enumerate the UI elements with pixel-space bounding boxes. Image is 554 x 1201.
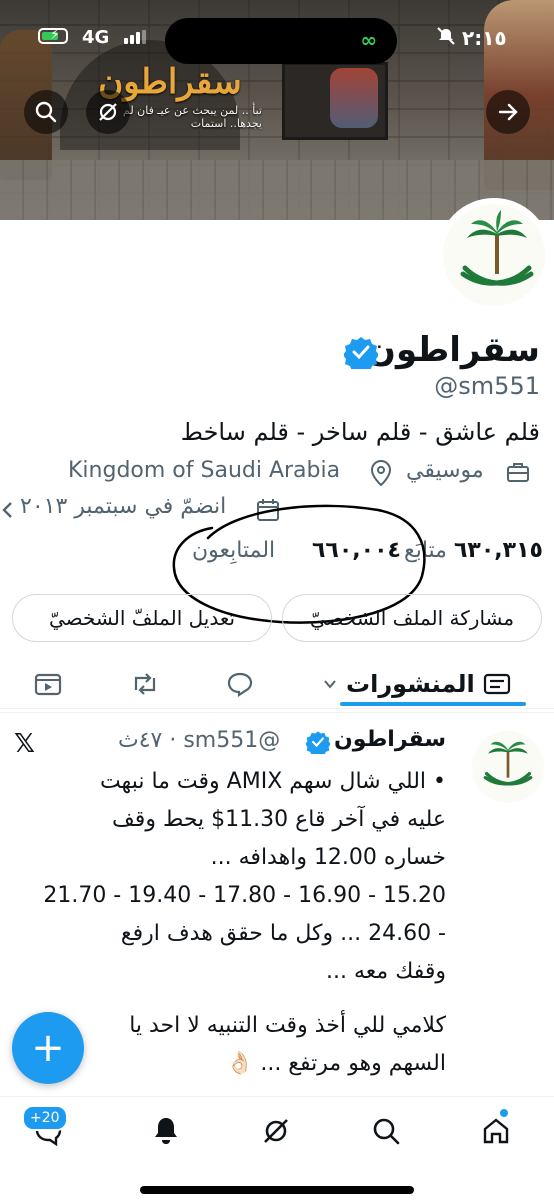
arrow-right-icon	[498, 103, 518, 121]
search-icon	[373, 1118, 400, 1145]
following-count[interactable]: ٦٣٠,٣١٥	[454, 538, 543, 563]
location-text: Kingdom of Saudi Arabia	[68, 458, 341, 483]
post-line: وقفك معه ...	[326, 959, 446, 984]
post-line: خساره 12.00 واهدافه ...	[210, 845, 446, 870]
post-text: • اللي شال سهم AMIX وقت ما نبهت عليه في …	[6, 763, 446, 991]
post-handle-time: @sm551 · ٤٧ث	[118, 728, 281, 753]
search-icon	[35, 101, 57, 123]
messages-badge: +20	[22, 1105, 68, 1131]
banner-figures	[330, 68, 378, 128]
tab-posts-label: المنشورات	[346, 670, 475, 698]
video-icon	[34, 673, 62, 696]
posts-list-icon	[483, 673, 510, 695]
status-time: ٢:١٥	[462, 26, 507, 50]
profile-avatar[interactable]	[437, 198, 551, 312]
search-button[interactable]	[24, 90, 68, 134]
tab-media[interactable]	[34, 664, 62, 704]
compose-button[interactable]: +	[12, 1012, 84, 1084]
nav-search[interactable]	[366, 1111, 406, 1151]
silent-mode-icon	[436, 26, 456, 51]
grok-icon	[264, 1119, 288, 1143]
briefcase-icon	[507, 463, 529, 482]
share-profile-button[interactable]: مشاركة الملف الشخصيّ	[282, 594, 542, 642]
status-bar: ⚡ 4G ∞ ٢:١٥	[0, 18, 554, 64]
active-tab-indicator	[340, 702, 526, 706]
link-icon: ∞	[360, 28, 377, 52]
profile-handle: @sm551	[434, 372, 540, 400]
grok-button[interactable]	[86, 90, 130, 134]
category-text: موسيقي	[406, 458, 484, 483]
post-line: - 24.60 ... وكل ما حقق هدف ارفع	[120, 921, 446, 946]
chevron-down-icon	[324, 680, 336, 689]
home-unread-dot	[500, 1109, 508, 1117]
bell-icon	[155, 1118, 177, 1144]
verified-badge-icon	[344, 337, 378, 369]
post-author-name[interactable]: سقراطون	[334, 727, 446, 752]
post-avatar[interactable]	[472, 731, 544, 803]
banner-tagline: تبأ .. لمن يبحث عن عيـ فان لم يجدها.. اس…	[123, 104, 262, 130]
edit-profile-button[interactable]: تعديل الملفّ الشخصيّ	[12, 594, 272, 642]
profile-bio: قلم عاشق - قلم ساخر - قلم ساخط	[180, 418, 540, 446]
verified-badge-icon	[306, 731, 330, 754]
chevron-left-icon	[2, 502, 12, 518]
tab-reposts[interactable]	[130, 664, 160, 704]
signal-icon	[124, 30, 146, 44]
x-logo-icon[interactable]: 𝕏	[14, 729, 35, 759]
profile-meta-row: Kingdom of Saudi Arabia موسيقي	[0, 458, 540, 490]
location-pin-icon	[370, 460, 392, 486]
palm-swords-emblem-icon	[483, 741, 533, 786]
tab-replies[interactable]	[226, 664, 254, 704]
home-indicator	[140, 1186, 414, 1194]
tab-posts[interactable]: المنشورات	[322, 664, 511, 704]
post-line: عليه في آخر قاع 11.30$ يحط وقف	[112, 807, 446, 832]
post-line: 15.20 - 16.90 - 17.80 - 19.40 - 21.70	[43, 883, 446, 908]
reply-icon	[227, 672, 253, 697]
nav-notifications[interactable]	[146, 1111, 186, 1151]
home-icon	[483, 1118, 509, 1144]
nav-home[interactable]	[476, 1111, 516, 1151]
battery-icon: ⚡	[38, 27, 68, 44]
grok-icon	[99, 103, 117, 121]
repost-icon	[134, 673, 156, 695]
palm-swords-emblem-icon	[460, 210, 534, 286]
back-button[interactable]	[486, 90, 530, 134]
nav-grok[interactable]	[256, 1111, 296, 1151]
dynamic-island: ∞	[165, 18, 397, 64]
post-line: • اللي شال سهم AMIX وقت ما نبهت	[99, 769, 446, 794]
network-label: 4G	[82, 27, 110, 48]
profile-name: سقراطون	[366, 330, 540, 370]
